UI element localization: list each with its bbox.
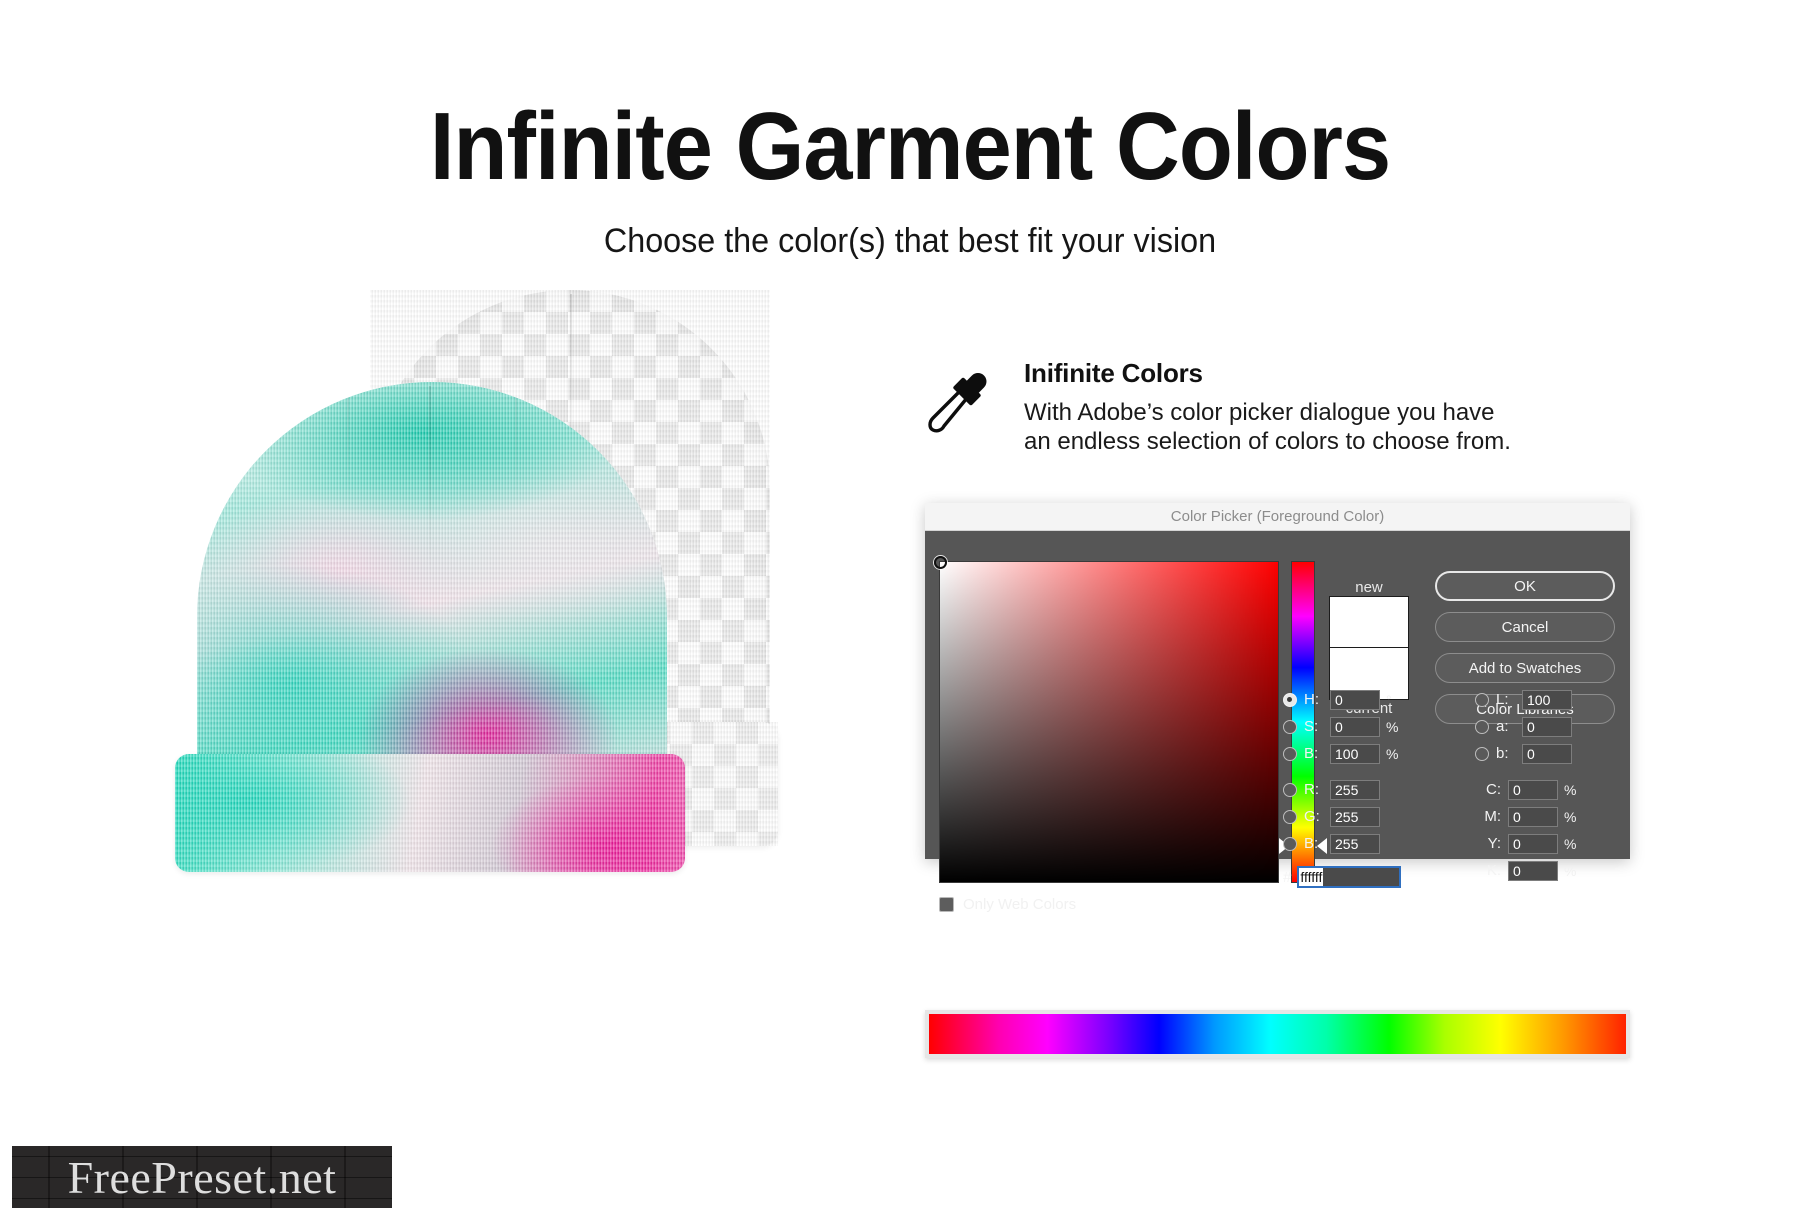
- saturation-brightness-field[interactable]: [934, 556, 1279, 883]
- page-title: Infinite Garment Colors: [429, 93, 1391, 200]
- hex-field-row[interactable]: # ffffff: [1283, 866, 1402, 888]
- cancel-button[interactable]: Cancel: [1435, 612, 1615, 642]
- cmyk-k-input[interactable]: 0: [1508, 860, 1558, 881]
- rgb-g-label: G:: [1304, 808, 1320, 825]
- cmyk-y-unit: %: [1564, 835, 1577, 852]
- lab-l-field-row[interactable]: L: 100: [1475, 686, 1572, 713]
- rgb-r-radio[interactable]: [1283, 782, 1297, 797]
- hue-label: H:: [1304, 691, 1319, 708]
- tie-dye-beanie-cuff: [175, 754, 685, 872]
- add-to-swatches-button[interactable]: Add to Swatches: [1435, 653, 1615, 683]
- rgb-r-field-row[interactable]: R: 255: [1283, 776, 1380, 803]
- lab-a-field-row[interactable]: a: 0: [1475, 713, 1572, 740]
- brightness-unit: %: [1386, 745, 1399, 762]
- lab-b-radio[interactable]: [1475, 746, 1489, 761]
- cmyk-y-field-row[interactable]: Y: 0 %: [1475, 830, 1580, 857]
- saturation-radio[interactable]: [1283, 719, 1297, 734]
- tie-dye-beanie-crown: [197, 382, 667, 802]
- rgb-r-label: R:: [1304, 781, 1319, 798]
- hsb-field-group: H: 0 ° S: 0 % B: 100 %: [1283, 686, 1402, 767]
- cmyk-c-unit: %: [1564, 781, 1577, 798]
- watermark: FreePreset.net: [12, 1146, 392, 1208]
- cmyk-m-field-row[interactable]: M: 0 %: [1475, 803, 1580, 830]
- lab-l-radio[interactable]: [1475, 692, 1489, 707]
- beanie-seam: [515, 386, 517, 506]
- rgb-b-label: B:: [1304, 835, 1319, 852]
- cmyk-m-input[interactable]: 0: [1508, 806, 1558, 827]
- tie-dye-beanie: [175, 382, 685, 872]
- hex-input[interactable]: ffffff: [1297, 866, 1402, 888]
- cmyk-k-field-row[interactable]: K: 0 %: [1475, 857, 1580, 884]
- lab-b-input[interactable]: 0: [1522, 743, 1572, 764]
- beanie-seam: [429, 386, 431, 576]
- brightness-field-row[interactable]: B: 100 %: [1283, 740, 1402, 767]
- rgb-g-radio[interactable]: [1283, 809, 1297, 824]
- rgb-field-group: R: 255 G: 255 B: 255: [1283, 776, 1380, 857]
- cmyk-k-unit: %: [1564, 862, 1577, 879]
- cmyk-k-label: K:: [1486, 862, 1501, 879]
- product-image: [175, 290, 855, 900]
- hue-field-row[interactable]: H: 0 °: [1283, 686, 1402, 713]
- eyedropper-icon: [922, 362, 996, 436]
- saturation-field-row[interactable]: S: 0 %: [1283, 713, 1402, 740]
- cmyk-y-input[interactable]: 0: [1508, 833, 1558, 854]
- ok-button[interactable]: OK: [1435, 571, 1615, 601]
- lab-l-label: L:: [1496, 691, 1509, 708]
- saturation-unit: %: [1386, 718, 1399, 735]
- only-web-colors-row[interactable]: Only Web Colors: [939, 896, 1076, 913]
- cmyk-field-group: C: 0 % M: 0 % Y: 0 % K: 0 %: [1475, 776, 1580, 884]
- knit-texture-overlay: [197, 382, 667, 802]
- brightness-input[interactable]: 100: [1330, 743, 1380, 764]
- new-color-label: new: [1355, 579, 1383, 596]
- lab-b-label: b:: [1496, 745, 1509, 762]
- only-web-colors-label: Only Web Colors: [963, 896, 1077, 913]
- hue-input[interactable]: 0: [1330, 689, 1380, 710]
- rgb-r-input[interactable]: 255: [1330, 779, 1380, 800]
- color-field-cursor[interactable]: [934, 556, 947, 569]
- only-web-colors-checkbox[interactable]: [939, 897, 954, 912]
- lab-a-label: a:: [1496, 718, 1509, 735]
- brightness-label: B:: [1304, 745, 1319, 762]
- lab-a-radio[interactable]: [1475, 719, 1489, 734]
- rgb-g-field-row[interactable]: G: 255: [1283, 803, 1380, 830]
- cmyk-c-input[interactable]: 0: [1508, 779, 1558, 800]
- saturation-label: S:: [1304, 718, 1319, 735]
- color-picker-dialog: Color Picker (Foreground Color) new curr…: [925, 503, 1630, 913]
- page-subtitle: Choose the color(s) that best fit your v…: [603, 222, 1217, 260]
- watermark-text: FreePreset.net: [67, 1151, 337, 1203]
- new-color-swatch[interactable]: [1329, 596, 1409, 648]
- knit-texture-overlay: [175, 754, 685, 872]
- hex-input-value: ffffff: [1299, 868, 1324, 886]
- hex-prefix: #: [1283, 868, 1292, 886]
- hue-radio[interactable]: [1283, 692, 1297, 707]
- lab-a-input[interactable]: 0: [1522, 716, 1572, 737]
- rgb-b-field-row[interactable]: B: 255: [1283, 830, 1380, 857]
- cmyk-m-unit: %: [1564, 808, 1577, 825]
- feature-heading: Inifinite Colors: [1024, 358, 1203, 388]
- cmyk-c-field-row[interactable]: C: 0 %: [1475, 776, 1580, 803]
- color-spectrum-strip[interactable]: [929, 1014, 1626, 1054]
- lab-field-group: L: 100 a: 0 b: 0: [1475, 686, 1572, 767]
- saturation-input[interactable]: 0: [1330, 716, 1380, 737]
- feature-description: With Adobe’s color picker dialogue you h…: [1024, 399, 1511, 456]
- cmyk-m-label: M:: [1484, 808, 1501, 825]
- cmyk-c-label: C:: [1486, 781, 1501, 798]
- dialog-title: Color Picker (Foreground Color): [1170, 508, 1385, 525]
- hue-unit: °: [1386, 691, 1392, 708]
- cmyk-y-label: Y:: [1487, 835, 1501, 852]
- lab-b-field-row[interactable]: b: 0: [1475, 740, 1572, 767]
- lab-l-input[interactable]: 100: [1522, 689, 1572, 710]
- color-spectrum-frame: [925, 1010, 1630, 1058]
- rgb-b-input[interactable]: 255: [1330, 833, 1380, 854]
- rgb-b-radio[interactable]: [1283, 836, 1297, 851]
- brightness-radio[interactable]: [1283, 746, 1297, 761]
- dialog-titlebar[interactable]: Color Picker (Foreground Color): [925, 503, 1630, 531]
- dialog-body: new current OK Cancel Add to Swatches Co…: [925, 531, 1630, 913]
- rgb-g-input[interactable]: 255: [1330, 806, 1380, 827]
- beanie-seam: [347, 386, 349, 506]
